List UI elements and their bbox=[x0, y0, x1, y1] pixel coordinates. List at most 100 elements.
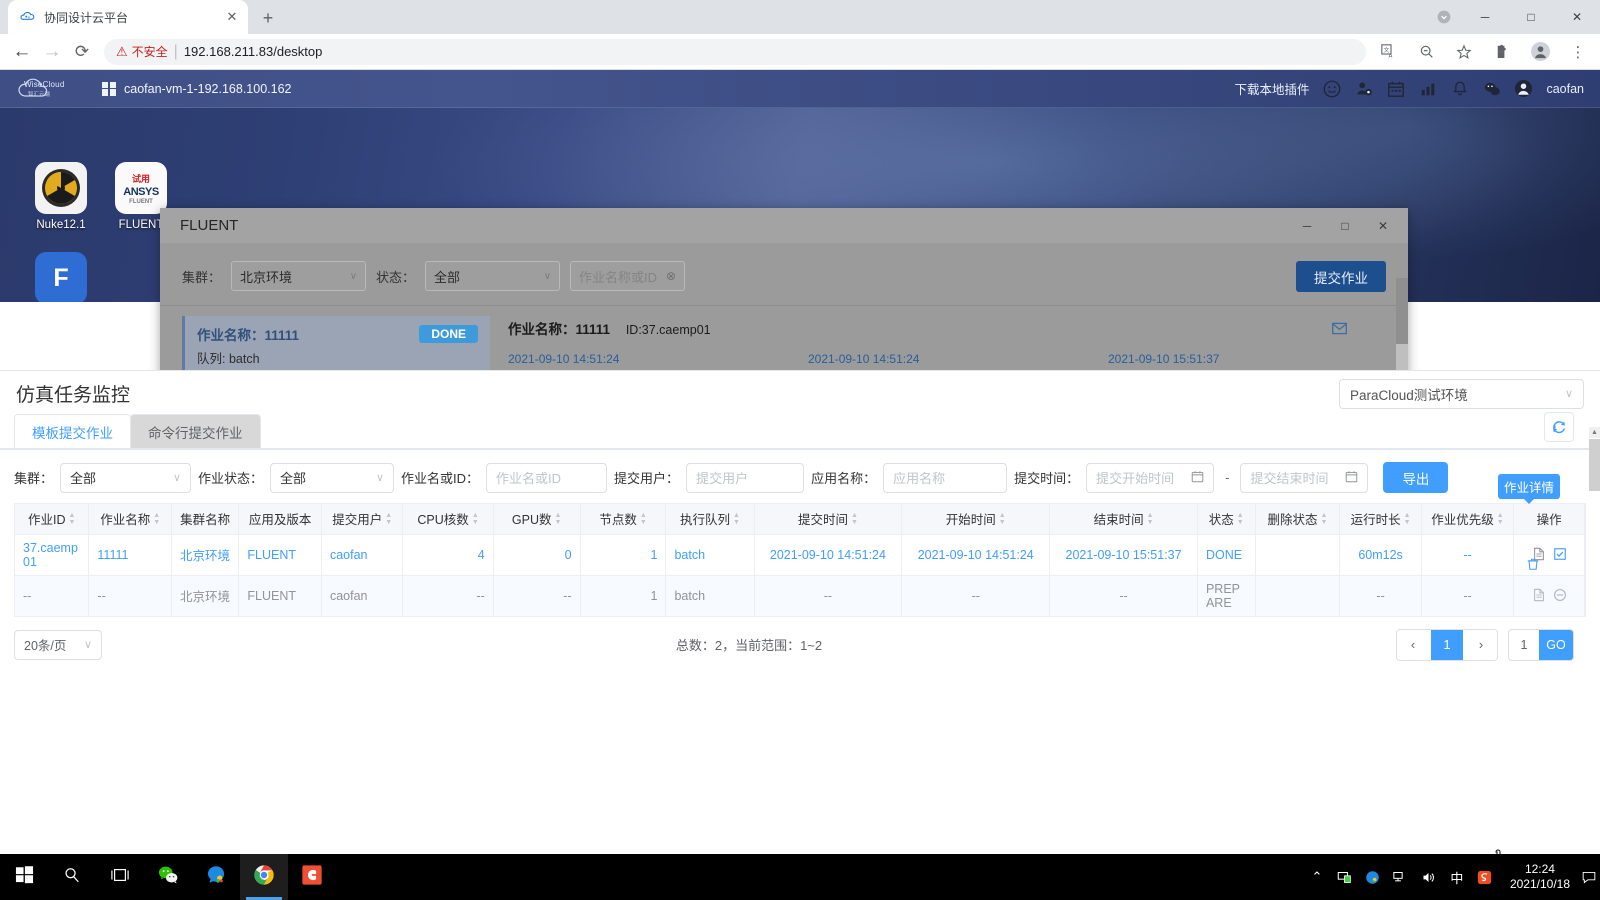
sort-icon[interactable]: ▲ ▼ bbox=[733, 512, 740, 526]
scrollbar-up-arrow[interactable]: ▲ bbox=[1589, 427, 1600, 438]
filter-job-status-select[interactable]: 全部 ∨ bbox=[270, 462, 395, 493]
fluent-search-input[interactable]: 作业名称或ID ⊗ bbox=[570, 261, 686, 291]
pagination-jump-input[interactable]: 1 bbox=[1509, 630, 1539, 660]
col-start-time[interactable]: 开始时间 ▲ ▼ bbox=[901, 504, 1051, 535]
extensions-puzzle-icon[interactable] bbox=[1488, 38, 1516, 66]
address-bar[interactable]: ⚠ 不安全 | 192.168.211.83/desktop bbox=[104, 38, 1366, 65]
col-node-count[interactable]: 节点数 ▲ ▼ bbox=[580, 504, 667, 535]
not-secure-indicator[interactable]: ⚠ 不安全 bbox=[116, 43, 168, 60]
profile-avatar-icon[interactable] bbox=[1526, 38, 1554, 66]
table-row[interactable]: -- -- 北京环境 FLUENT caofan -- -- 1 batch -… bbox=[15, 575, 1585, 617]
taskbar-search-button[interactable] bbox=[48, 854, 96, 900]
sort-icon[interactable]: ▲ ▼ bbox=[1147, 512, 1154, 526]
wechat-icon[interactable] bbox=[1482, 79, 1501, 98]
col-status[interactable]: 状态 ▲ ▼ bbox=[1197, 504, 1256, 535]
start-button[interactable] bbox=[0, 854, 48, 900]
filter-cluster-select[interactable]: 全部 ∨ bbox=[60, 462, 192, 493]
col-job-id[interactable]: 作业ID ▲ ▼ bbox=[15, 504, 90, 535]
filter-end-time-input[interactable]: 提交结束时间 bbox=[1240, 462, 1369, 493]
job-log-icon[interactable] bbox=[1532, 588, 1546, 604]
fluent-status-select[interactable]: 全部 ∨ bbox=[425, 261, 561, 291]
table-row[interactable]: 37.caemp01 11111 北京环境 FLUENT caofan 4 0 … bbox=[15, 533, 1585, 576]
page-scrollbar[interactable]: ▲ bbox=[1589, 427, 1600, 864]
filter-app-name-input[interactable]: 应用名称 bbox=[883, 462, 1008, 493]
tab-template-submit[interactable]: 模板提交作业 bbox=[14, 414, 131, 448]
pagination-prev-button[interactable]: ‹ bbox=[1396, 629, 1429, 660]
chrome-menu-extra-icon[interactable] bbox=[1426, 0, 1462, 34]
sort-icon[interactable]: ▲ ▼ bbox=[472, 512, 479, 526]
col-delete-status[interactable]: 删除状态 ▲ ▼ bbox=[1255, 504, 1341, 535]
job-disabled-icon[interactable] bbox=[1553, 588, 1567, 604]
emoji-icon[interactable] bbox=[1322, 79, 1341, 98]
bookmark-star-icon[interactable] bbox=[1450, 38, 1478, 66]
translate-icon[interactable]: 文A bbox=[1374, 38, 1402, 66]
mail-icon[interactable] bbox=[1331, 320, 1348, 342]
fluent-maximize-button[interactable]: □ bbox=[1326, 208, 1364, 243]
pagination-go-button[interactable]: GO bbox=[1538, 629, 1573, 660]
taskbar-camtasia-button[interactable] bbox=[288, 854, 336, 900]
reload-icon[interactable]: ⟳ bbox=[68, 38, 96, 66]
sort-icon[interactable]: ▲ ▼ bbox=[1237, 512, 1244, 526]
job-delete-icon[interactable] bbox=[1526, 557, 1540, 573]
pagination-next-button[interactable]: › bbox=[1464, 629, 1497, 660]
desktop-icon-nuke[interactable]: Nuke12.1 bbox=[18, 162, 104, 231]
page-size-select[interactable]: 20条/页 ∨ bbox=[14, 629, 102, 660]
chrome-menu-icon[interactable]: ⋮ bbox=[1564, 38, 1592, 66]
pagination-page-1[interactable]: 1 bbox=[1430, 629, 1463, 660]
action-center-button[interactable] bbox=[1582, 854, 1596, 900]
sort-icon[interactable]: ▲ ▼ bbox=[1497, 512, 1504, 526]
refresh-button[interactable] bbox=[1544, 412, 1574, 442]
sort-icon[interactable]: ▲ ▼ bbox=[1404, 512, 1411, 526]
user-settings-icon[interactable] bbox=[1354, 79, 1373, 98]
sort-icon[interactable]: ▲ ▼ bbox=[385, 512, 392, 526]
task-view-button[interactable] bbox=[96, 854, 144, 900]
col-duration[interactable]: 运行时长 ▲ ▼ bbox=[1339, 504, 1422, 535]
account-icon[interactable] bbox=[1514, 79, 1533, 98]
filter-job-name-input[interactable]: 作业名或ID bbox=[486, 462, 608, 493]
window-close-button[interactable]: ✕ bbox=[1554, 0, 1600, 34]
taskbar-clock[interactable]: 12:24 2021/10/18 bbox=[1500, 862, 1580, 892]
export-button[interactable]: 导出 bbox=[1383, 462, 1449, 493]
col-submit-time[interactable]: 提交时间 ▲ ▼ bbox=[754, 504, 903, 535]
tray-ime-icon[interactable]: 中 bbox=[1444, 854, 1470, 900]
window-minimize-button[interactable]: ─ bbox=[1462, 0, 1508, 34]
tab-close-icon[interactable]: ✕ bbox=[224, 9, 240, 25]
filter-submit-user-input[interactable]: 提交用户 bbox=[686, 462, 805, 493]
sort-icon[interactable]: ▲ ▼ bbox=[999, 512, 1006, 526]
forward-icon[interactable]: → bbox=[38, 38, 66, 66]
window-maximize-button[interactable]: □ bbox=[1508, 0, 1554, 34]
col-priority[interactable]: 作业优先级 ▲ ▼ bbox=[1421, 504, 1515, 535]
sort-icon[interactable]: ▲ ▼ bbox=[1320, 512, 1327, 526]
tray-monitor-icon[interactable] bbox=[1332, 854, 1358, 900]
sort-icon[interactable]: ▲ ▼ bbox=[554, 512, 561, 526]
taskbar-chrome-button[interactable] bbox=[240, 854, 288, 900]
taskbar-qq-browser-button[interactable] bbox=[192, 854, 240, 900]
tray-network-icon[interactable] bbox=[1388, 854, 1414, 900]
environment-select[interactable]: ParaCloud测试环境 ∨ bbox=[1339, 378, 1584, 409]
tray-volume-icon[interactable] bbox=[1416, 854, 1442, 900]
notification-bell-icon[interactable] bbox=[1450, 79, 1469, 98]
sort-icon[interactable]: ▲ ▼ bbox=[68, 512, 75, 526]
taskbar-wechat-button[interactable] bbox=[144, 854, 192, 900]
fluent-cluster-select[interactable]: 北京环境 ∨ bbox=[231, 261, 367, 291]
zoom-out-icon[interactable] bbox=[1412, 38, 1440, 66]
filter-start-time-input[interactable]: 提交开始时间 bbox=[1086, 462, 1215, 493]
fluent-close-button[interactable]: ✕ bbox=[1364, 208, 1402, 243]
tab-cmdline-submit[interactable]: 命令行提交作业 bbox=[130, 414, 261, 448]
col-queue[interactable]: 执行队列 ▲ ▼ bbox=[665, 504, 755, 535]
desktop-icon-fluent[interactable]: F Fluent bbox=[18, 252, 104, 302]
sort-icon[interactable]: ▲ ▼ bbox=[851, 512, 858, 526]
tray-chevron-icon[interactable]: ⌃ bbox=[1304, 854, 1330, 900]
tray-sogou-icon[interactable] bbox=[1472, 854, 1498, 900]
new-tab-button[interactable]: + bbox=[254, 4, 282, 32]
col-cpu-cores[interactable]: CPU核数 ▲ ▼ bbox=[402, 504, 494, 535]
fluent-minimize-button[interactable]: ─ bbox=[1288, 208, 1326, 243]
download-plugin-link[interactable]: 下载本地插件 bbox=[1234, 79, 1309, 98]
statistics-bar-icon[interactable] bbox=[1418, 79, 1437, 98]
browser-tab[interactable]: 协同设计云平台 ✕ bbox=[8, 0, 248, 34]
job-detail-icon[interactable] bbox=[1553, 547, 1567, 563]
col-end-time[interactable]: 结束时间 ▲ ▼ bbox=[1049, 504, 1198, 535]
sort-icon[interactable]: ▲ ▼ bbox=[153, 512, 160, 526]
sort-icon[interactable]: ▲ ▼ bbox=[640, 512, 647, 526]
col-submit-user[interactable]: 提交用户 ▲ ▼ bbox=[321, 504, 404, 535]
